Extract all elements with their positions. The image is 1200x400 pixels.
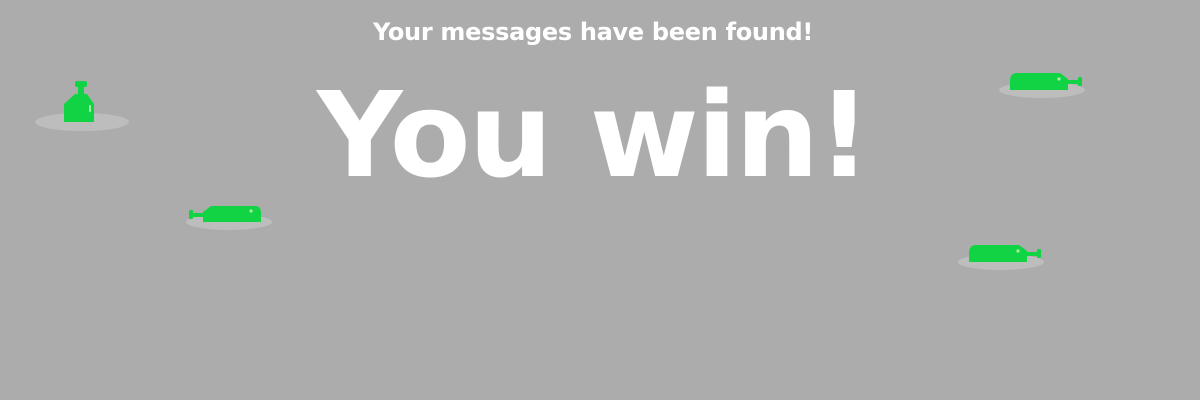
bottle-bottom-right [957, 242, 1045, 272]
bottle-upright [34, 80, 130, 134]
lying-bottle-icon [999, 73, 1085, 98]
upright-bottle-icon [35, 81, 129, 131]
lying-bottle-icon [186, 206, 272, 230]
lying-bottle-icon [958, 245, 1044, 270]
win-screen: Your messages have been found! You win! [0, 0, 1200, 400]
bottle-top-right [998, 70, 1086, 100]
found-message: Your messages have been found! [372, 18, 814, 46]
bottle-left [185, 202, 273, 232]
